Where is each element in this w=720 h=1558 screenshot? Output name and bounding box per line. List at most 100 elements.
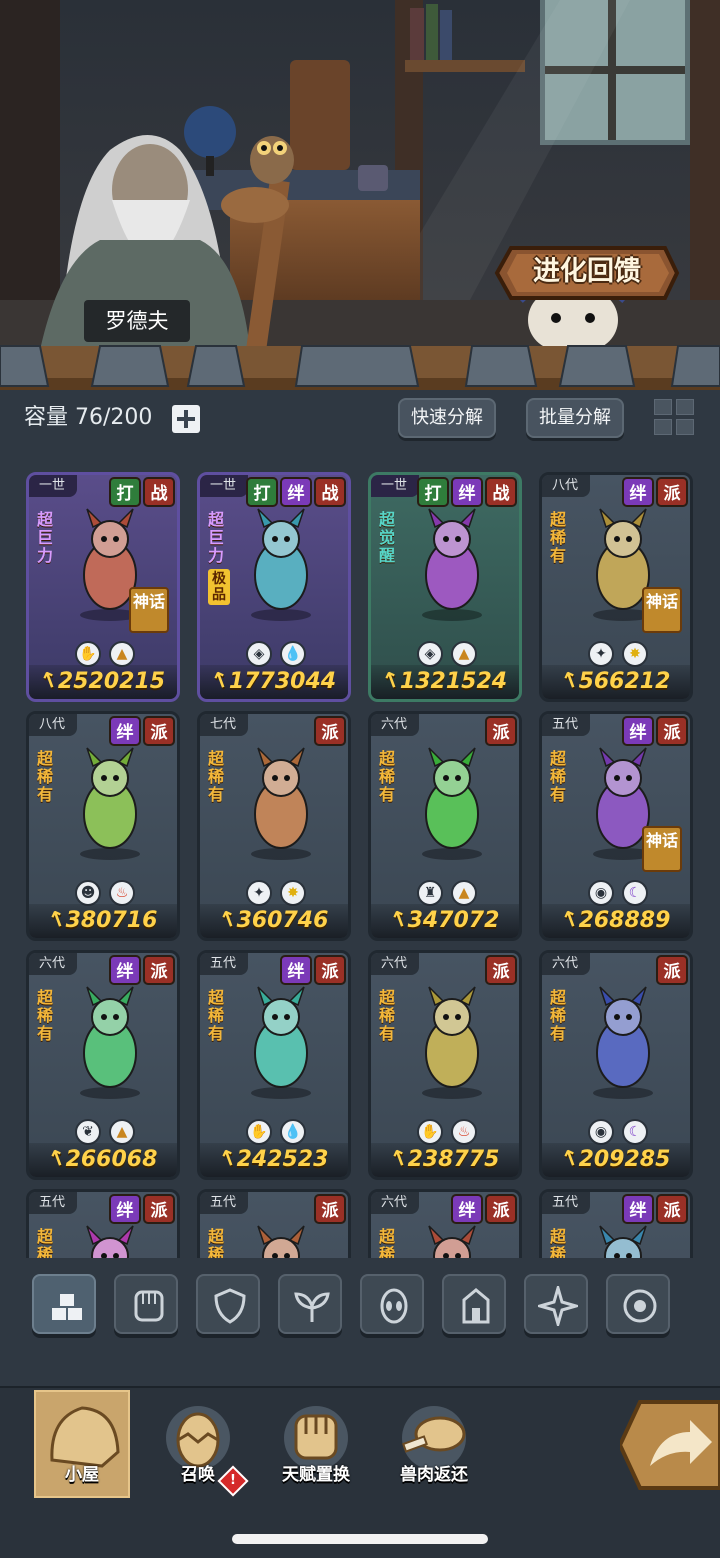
star4-icon: ✦	[588, 641, 614, 667]
quick-decompose-button[interactable]: 快速分解	[398, 398, 496, 438]
trait-badge: 派	[314, 955, 346, 985]
filter-button[interactable]	[278, 1274, 342, 1334]
pet-card[interactable]: 七代 派超稀有 ✦ ✸ ↑360746	[197, 711, 351, 941]
pet-card[interactable]: 五代 绊派超稀有	[539, 1189, 693, 1258]
rock-icon: ▲	[109, 1119, 135, 1145]
trait-badges: 绊派	[451, 1194, 517, 1224]
pet-card[interactable]: 五代 绊派超稀有 ✋ 💧 ↑242523	[197, 950, 351, 1180]
evolution-reward-label: 进化回馈	[533, 256, 641, 287]
home-indicator[interactable]	[232, 1534, 488, 1544]
pet-card-grid[interactable]: 一世打战超巨力 神话 ✋ ▲ ↑2520215 一世打绊战超巨力 极品 ◈ 💧 ↑1773044 一…	[0, 466, 720, 1258]
creature-portrait	[251, 986, 311, 1099]
trait-badges: 绊派	[109, 1194, 175, 1224]
power-row: ↑209285	[542, 1143, 690, 1177]
trait-badges: 打战	[109, 477, 175, 507]
leaf-icon: ❦	[75, 1119, 101, 1145]
power-row: ↑1321524	[371, 665, 519, 699]
trait-badges: 绊派	[109, 716, 175, 746]
pet-card[interactable]: 五代 派超稀有	[197, 1189, 351, 1258]
power-value: 566212	[578, 669, 671, 694]
trait-badges: 绊派	[280, 955, 346, 985]
pet-card[interactable]: 五代 绊派超稀有 神话 ◉ ☾ ↑268889	[539, 711, 693, 941]
generation-label: 五代	[29, 1192, 78, 1214]
trait-badges: 打绊战	[246, 477, 346, 507]
nav-label-hut: 小屋	[65, 1465, 99, 1485]
forward-button[interactable]	[617, 1398, 720, 1492]
grid-view-icon[interactable]	[654, 399, 694, 435]
rarity-label: 超巨力	[208, 510, 225, 565]
capacity-label: 容量 76/200	[24, 405, 153, 430]
power-row: ↑268889	[542, 904, 690, 938]
quality-tag: 极品	[208, 569, 230, 605]
power-value: 360746	[236, 908, 329, 933]
power-row: ↑266068	[29, 1143, 177, 1177]
trait-badges: 派	[485, 716, 517, 746]
shield-icon: ◈	[246, 641, 272, 667]
pet-card[interactable]: 六代 派超稀有 ♜ ▲ ↑347072	[368, 711, 522, 941]
creature-portrait	[599, 1225, 647, 1258]
npc-name-label: 罗德夫	[84, 300, 190, 342]
generation-label: 一世	[200, 475, 249, 497]
paw-icon: ✋	[246, 1119, 272, 1145]
filter-button[interactable]	[196, 1274, 260, 1334]
moon-icon: ☾	[622, 1119, 648, 1145]
pet-card[interactable]: 五代 绊派超稀有	[26, 1189, 180, 1258]
generation-label: 五代	[542, 714, 591, 736]
tower-icon	[462, 1288, 490, 1324]
evolution-reward-button[interactable]: 进化回馈	[493, 244, 681, 302]
nav-tab-meat-return[interactable]: 兽肉返还	[386, 1388, 482, 1498]
rarity-label: 超稀有	[208, 749, 225, 804]
trait-badges: 打绊战	[417, 477, 517, 507]
trait-badge: 绊	[451, 477, 483, 507]
filter-button[interactable]	[606, 1274, 670, 1334]
trait-badge: 派	[143, 716, 175, 746]
nav-tab-hut[interactable]: 小屋	[0, 1388, 130, 1498]
generation-label: 五代	[200, 953, 249, 975]
trait-badge: 战	[143, 477, 175, 507]
myth-badge: 神话	[642, 587, 682, 633]
expand-capacity-button[interactable]	[172, 405, 200, 433]
alien-icon	[380, 1288, 408, 1324]
filter-button[interactable]	[114, 1274, 178, 1334]
pet-card[interactable]: 一世打绊战超巨力 极品 ◈ 💧 ↑1773044	[197, 472, 351, 702]
pet-card[interactable]: 六代 绊派超稀有	[368, 1189, 522, 1258]
pet-card[interactable]: 六代 派超稀有 ✋ ♨ ↑238775	[368, 950, 522, 1180]
trait-badge: 战	[485, 477, 517, 507]
creature-portrait	[422, 986, 482, 1099]
rock-icon: ▲	[451, 641, 477, 667]
trait-badge: 打	[417, 477, 449, 507]
filter-button[interactable]	[442, 1274, 506, 1334]
trait-badges: 绊派	[622, 477, 688, 507]
water-icon: 💧	[280, 1119, 306, 1145]
pet-card[interactable]: 八代 绊派超稀有 ☻ ♨ ↑380716	[26, 711, 180, 941]
sun-icon: ✸	[280, 880, 306, 906]
pet-card[interactable]: 八代 绊派超稀有 神话 ✦ ✸ ↑566212	[539, 472, 693, 702]
filter-button[interactable]	[360, 1274, 424, 1334]
pet-card[interactable]: 六代 派超稀有 ◉ ☾ ↑209285	[539, 950, 693, 1180]
rarity-label: 超稀有	[550, 1227, 567, 1259]
filter-button[interactable]	[524, 1274, 588, 1334]
pet-card[interactable]: 一世 打战超巨力 神话 ✋ ▲ ↑2520215	[26, 472, 180, 702]
rarity-label: 超稀有	[379, 749, 396, 804]
creature-portrait	[80, 747, 140, 860]
power-value: 209285	[578, 1147, 671, 1172]
element-filter-bar	[0, 1270, 720, 1340]
power-value: 1321524	[399, 669, 508, 694]
trait-badge: 绊	[622, 1194, 654, 1224]
tower-icon: ♜	[417, 880, 443, 906]
arrow-forward-icon	[617, 1400, 720, 1490]
pet-card[interactable]: 一世打绊战超觉醒 ◈ ▲ ↑1321524	[368, 472, 522, 702]
rarity-label: 超稀有	[379, 1227, 396, 1259]
batch-decompose-button[interactable]: 批量分解	[526, 398, 624, 438]
nav-tab-talent-swap[interactable]: 天赋置换	[268, 1388, 364, 1498]
generation-label: 五代	[200, 1192, 249, 1214]
creature-portrait	[422, 747, 482, 860]
power-row: ↑1773044	[200, 665, 348, 699]
pet-card[interactable]: 六代 绊派超稀有 ❦ ▲ ↑266068	[26, 950, 180, 1180]
filter-button[interactable]	[32, 1274, 96, 1334]
rock-icon: ▲	[451, 880, 477, 906]
power-value: 242523	[236, 1147, 329, 1172]
trait-badge: 战	[314, 477, 346, 507]
power-value: 1773044	[228, 669, 337, 694]
power-value: 266068	[65, 1147, 158, 1172]
